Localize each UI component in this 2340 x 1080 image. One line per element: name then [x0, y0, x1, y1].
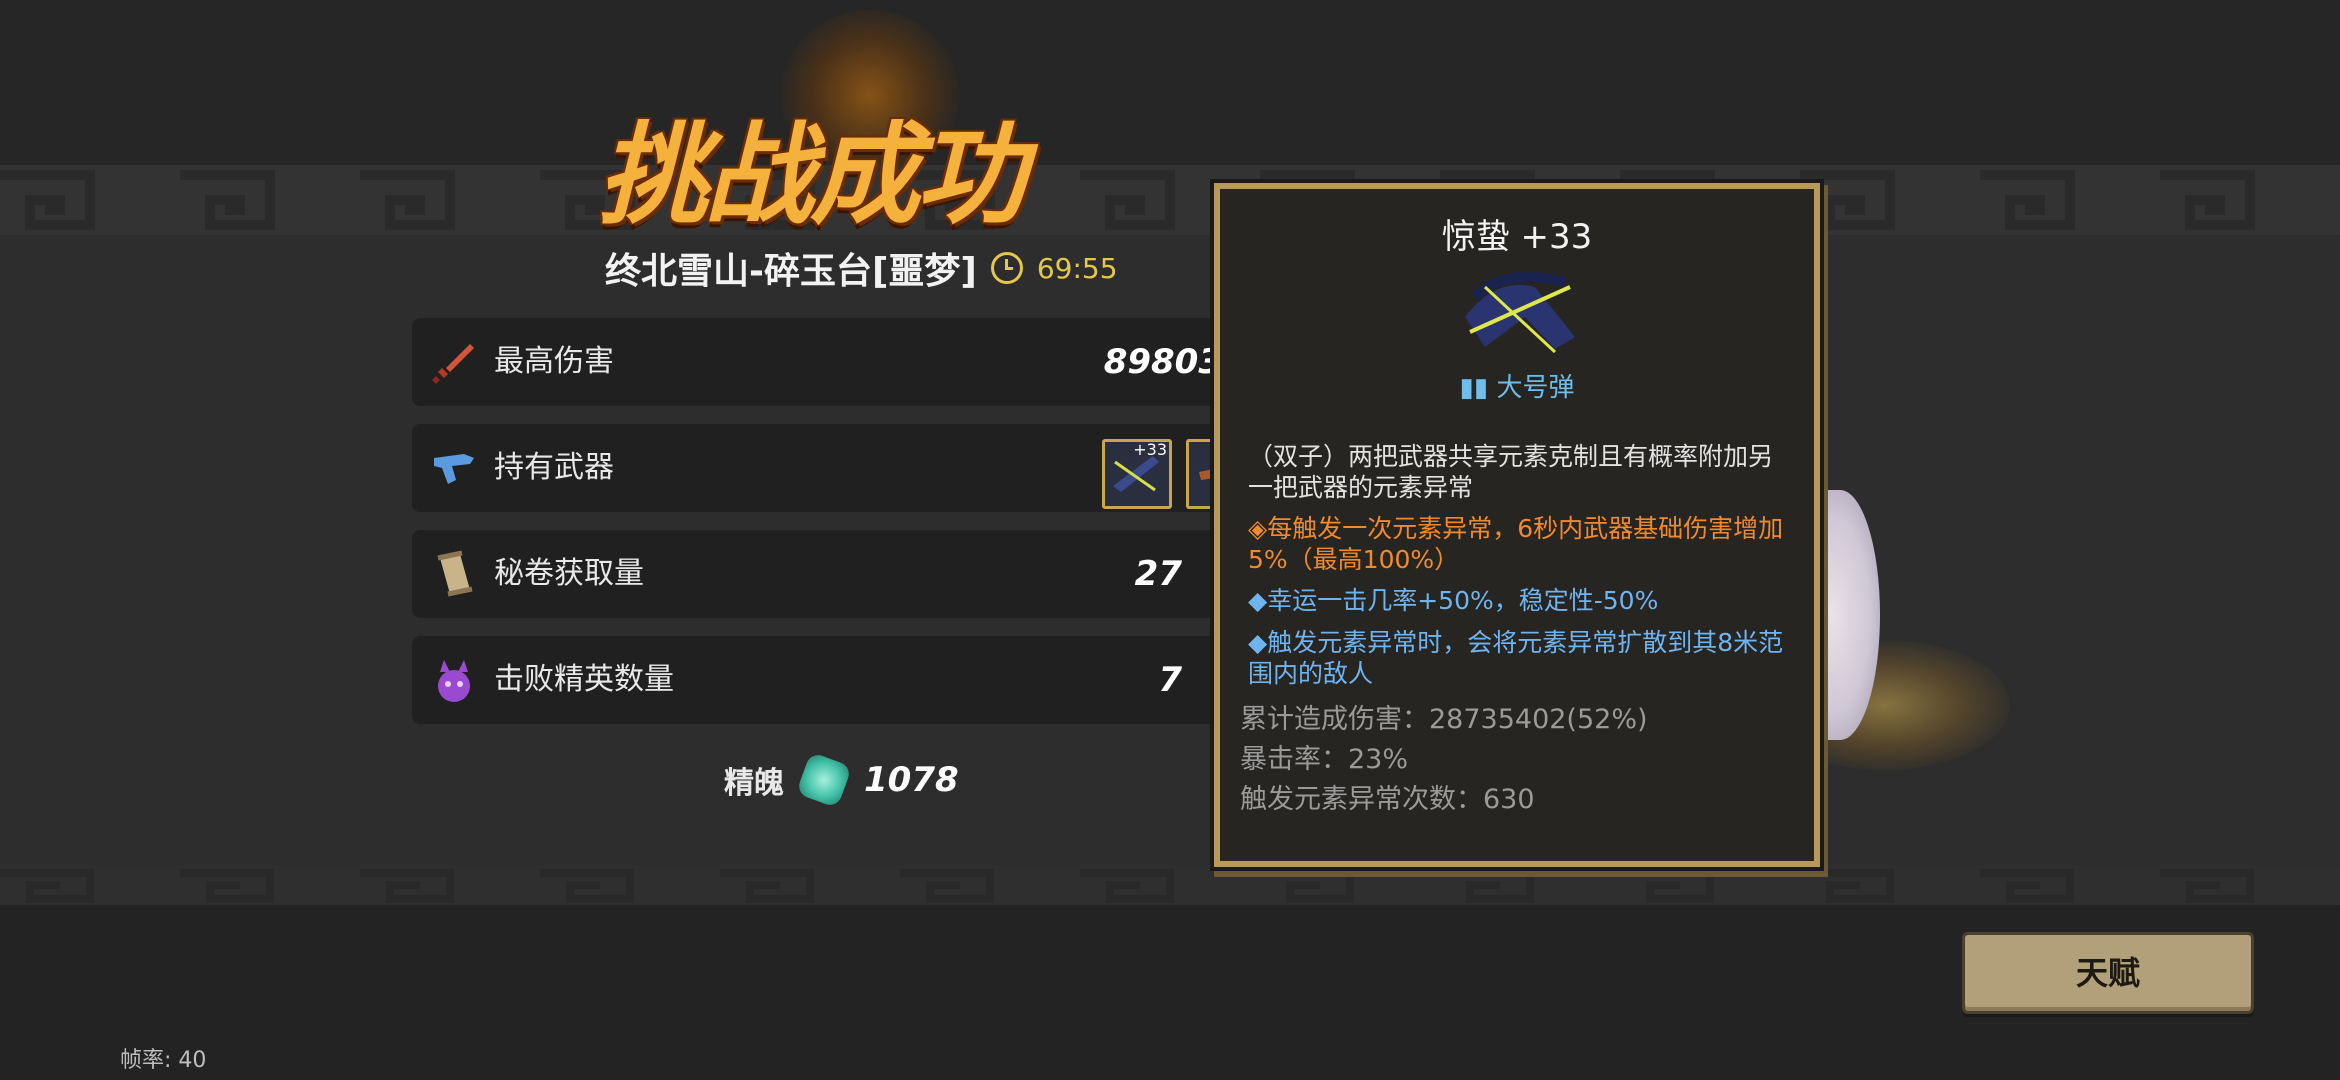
scroll-icon	[437, 550, 473, 597]
ammo-type: ▮▮ 大号弹	[1220, 367, 1814, 404]
stat-value: 7	[1158, 660, 1182, 700]
background-top	[0, 0, 2340, 165]
essence-value: 1078	[864, 760, 959, 800]
ammo-icon: ▮▮	[1459, 373, 1489, 403]
stat-value: 89803	[1103, 342, 1222, 382]
essence-label: 精魄	[724, 766, 784, 801]
stat-label: 最高伤害	[494, 344, 614, 379]
stat-label: 秘卷获取量	[494, 556, 644, 591]
gun-icon	[434, 454, 474, 484]
stat-value: 27	[1134, 554, 1182, 594]
elite-demon-icon	[438, 660, 470, 702]
stage-info: 终北雪山-碎玉台[噩梦] 69:55	[605, 240, 1118, 296]
meander-pattern	[0, 170, 2255, 230]
talent-button[interactable]: 天赋	[1962, 932, 2254, 1014]
stat-label: 击败精英数量	[494, 662, 674, 697]
ammo-label: 大号弹	[1496, 373, 1575, 403]
stat-row-elites: 击败精英数量 7	[412, 636, 1232, 724]
weapon-level: +33	[1133, 440, 1167, 459]
weapon-name: 惊蛰 +33	[1441, 217, 1593, 257]
weapon-slot-1[interactable]: +33	[1102, 439, 1172, 509]
pattern-band-top	[0, 165, 2340, 235]
weapon-desc-buff: ◈每触发一次元素异常，6秒内武器基础伤害增加5%（最高100%）	[1248, 514, 1784, 574]
elapsed-time: 69:55	[1036, 251, 1118, 285]
weapon-desc-luck: ◆幸运一击几率+50%，稳定性-50%	[1248, 586, 1659, 615]
weapon-desc-twin: （双子）两把武器共享元素克制且有概率附加另一把武器的元素异常	[1248, 442, 1774, 502]
essence-reward: 精魄 1078	[724, 750, 959, 810]
stat-row-max-damage: 最高伤害 89803	[412, 318, 1232, 406]
pattern-band-bottom	[0, 865, 2340, 905]
clock-icon	[990, 252, 1023, 284]
crossbow-icon	[1465, 272, 1575, 354]
fps-counter: 帧率: 40	[120, 1048, 207, 1073]
sword-icon	[432, 344, 474, 384]
stat-trigger-count: 触发元素异常次数：630	[1240, 784, 1535, 815]
stat-row-weapons: 持有武器 +33	[412, 424, 1232, 512]
weapon-tooltip: 惊蛰 +33 ▮▮ 大号弹 （双子）两把武器共享元素克制且有概率附加另一把武器的…	[1214, 183, 1820, 867]
stat-row-scrolls: 秘卷获取量 27	[412, 530, 1232, 618]
stat-label: 持有武器	[494, 450, 614, 485]
essence-gem-icon	[795, 751, 853, 809]
stat-total-damage: 累计造成伤害：28735402(52%)	[1240, 704, 1648, 735]
stat-crit-rate: 暴击率：23%	[1240, 744, 1409, 775]
stage-name: 终北雪山-碎玉台[噩梦]	[605, 251, 977, 292]
challenge-success-title: 挑战成功	[598, 110, 1026, 239]
weapon-desc-spread: ◆触发元素异常时，会将元素异常扩散到其8米范围内的敌人	[1248, 628, 1784, 688]
meander-pattern	[0, 869, 2254, 903]
